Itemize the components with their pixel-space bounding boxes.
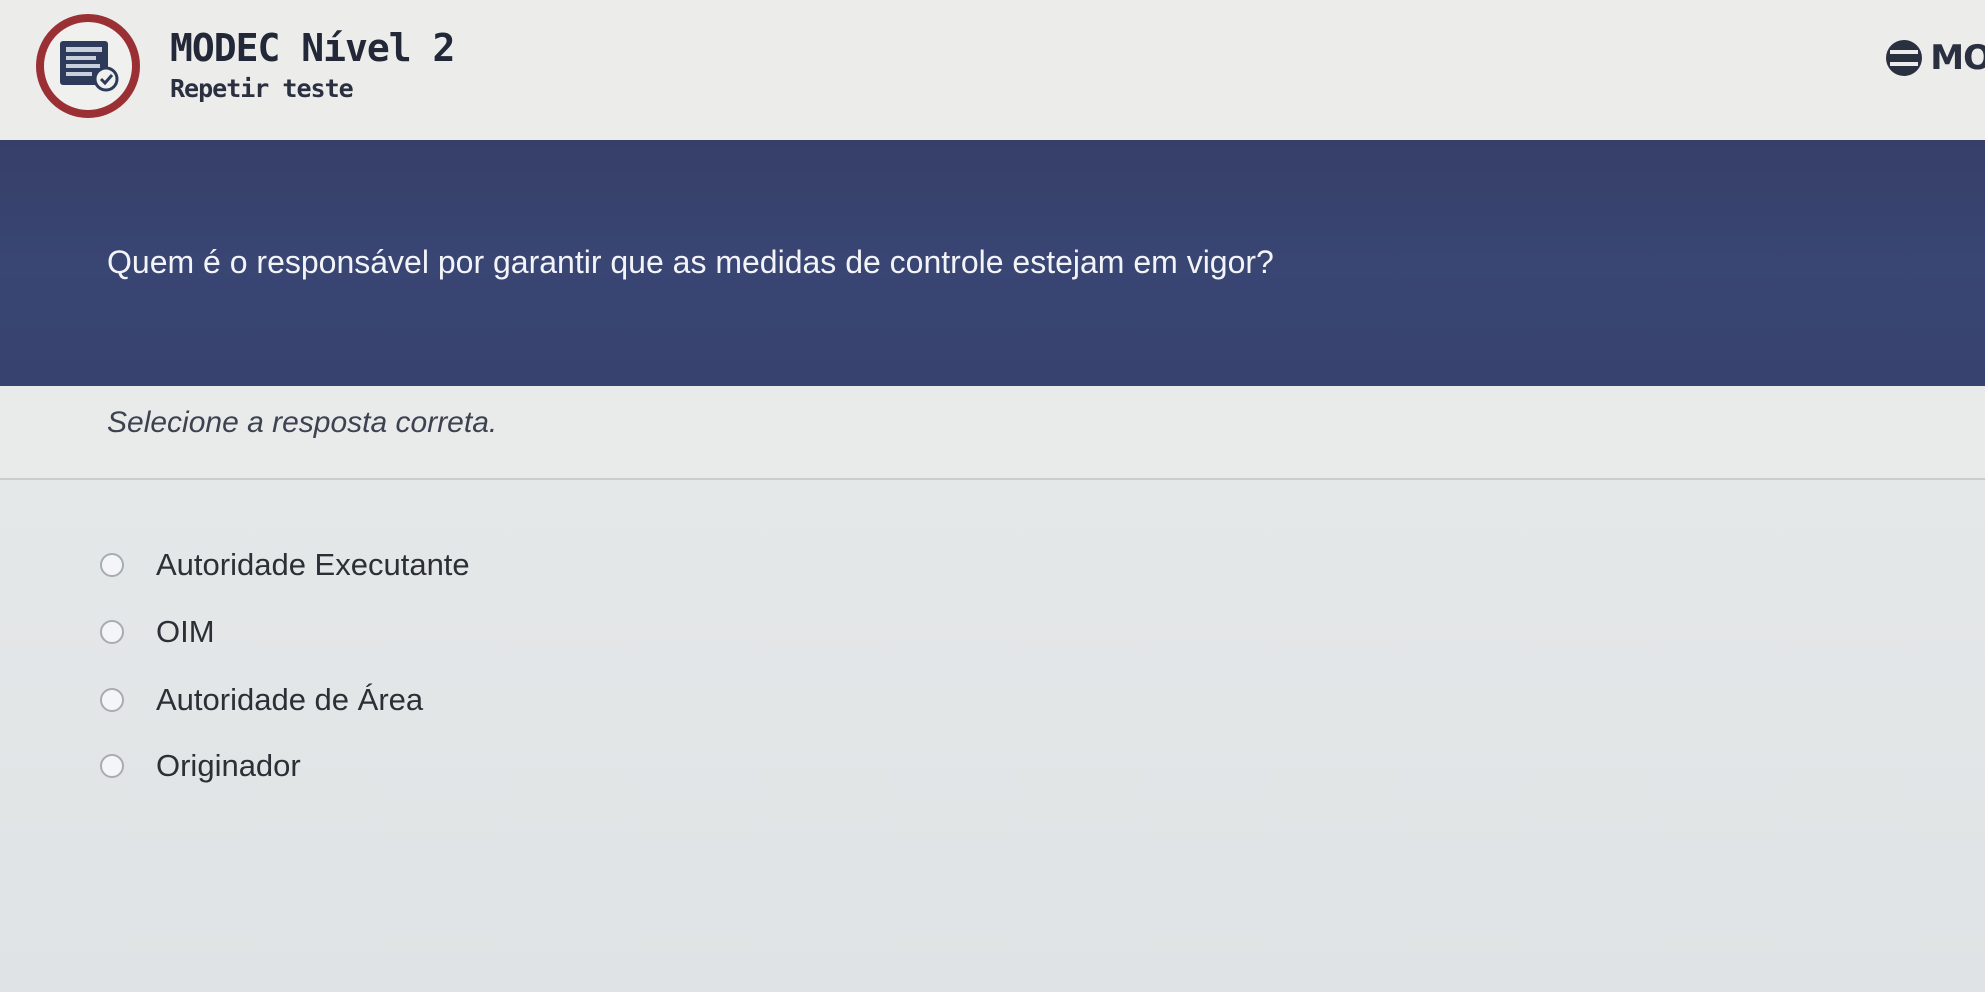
radio-button[interactable] <box>100 688 124 712</box>
radio-button[interactable] <box>100 553 124 577</box>
radio-button[interactable] <box>100 620 124 644</box>
course-title: MODEC Nível 2 <box>170 26 455 70</box>
quiz-page: MODEC Nível 2 Repetir teste MO Quem é o … <box>0 0 1985 992</box>
option-label: OIM <box>156 614 215 649</box>
course-logo <box>36 14 140 118</box>
retake-test-link[interactable]: Repetir teste <box>170 74 354 103</box>
option-label: Autoridade Executante <box>156 547 470 582</box>
option-autoridade-executante[interactable]: Autoridade Executante <box>100 540 470 590</box>
option-label: Originador <box>156 748 301 783</box>
option-label: Autoridade de Área <box>156 682 424 717</box>
document-list-icon <box>60 41 119 92</box>
instruction-text: Selecione a resposta correta. <box>107 406 498 439</box>
radio-button[interactable] <box>100 754 124 778</box>
instruction-bar: Selecione a resposta correta. <box>0 386 1985 480</box>
option-originador[interactable]: Originador <box>100 741 301 791</box>
option-oim[interactable]: OIM <box>100 607 215 657</box>
question-banner: Quem é o responsável por garantir que as… <box>0 140 1985 386</box>
modec-logo-icon <box>1886 40 1923 76</box>
brand-logo: MO <box>1884 36 1985 80</box>
brand-text: MO <box>1930 38 1985 78</box>
option-autoridade-de-area[interactable]: Autoridade de Área <box>100 675 423 725</box>
question-text: Quem é o responsável por garantir que as… <box>107 244 1274 280</box>
header: MODEC Nível 2 Repetir teste MO <box>0 0 1985 140</box>
